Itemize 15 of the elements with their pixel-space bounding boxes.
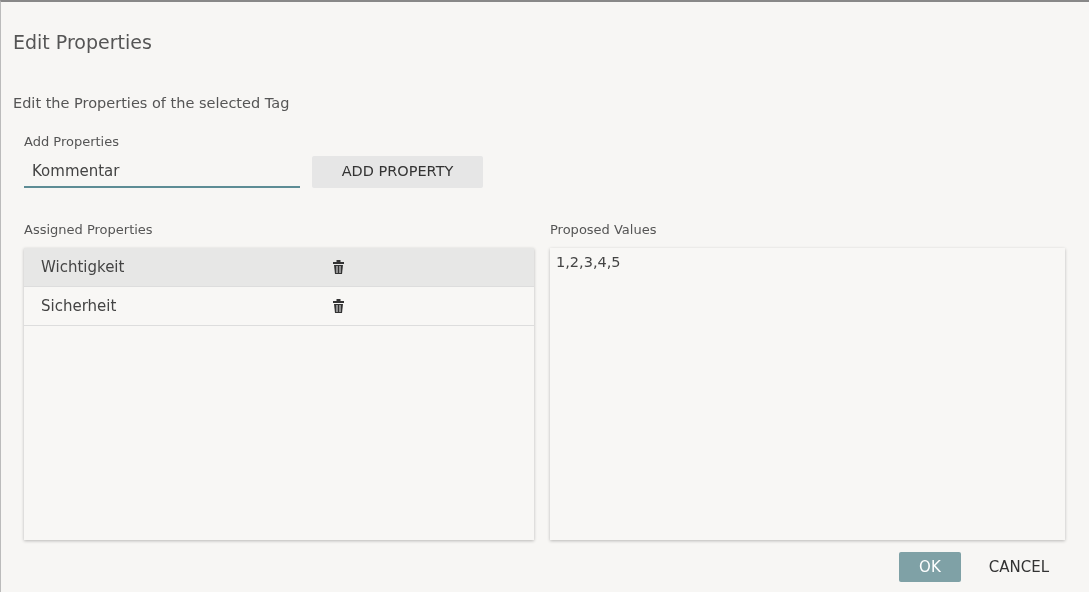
section-label: Assigned Properties	[24, 222, 153, 238]
property-name: Sicherheit	[41, 295, 118, 317]
dialog-description: Edit the Properties of the selected Tag	[13, 93, 291, 113]
trash-icon[interactable]	[333, 298, 344, 313]
field-label: Add Properties	[24, 134, 119, 150]
property-input[interactable]: Kommentar	[24, 155, 300, 189]
trash-icon[interactable]	[333, 259, 344, 274]
section-label: Proposed Values	[550, 222, 657, 238]
property-name: Wichtigkeit	[41, 256, 126, 278]
dialog-title: Edit Properties	[13, 30, 153, 55]
cancel-button[interactable]: CANCEL	[980, 551, 1057, 582]
values-textarea[interactable]: 1,2,3,4,5	[550, 247, 1065, 540]
property-row[interactable]: Wichtigkeit	[24, 247, 534, 287]
property-row[interactable]: Sicherheit	[24, 286, 534, 326]
add-property-button[interactable]: ADD PROPERTY	[312, 156, 483, 188]
